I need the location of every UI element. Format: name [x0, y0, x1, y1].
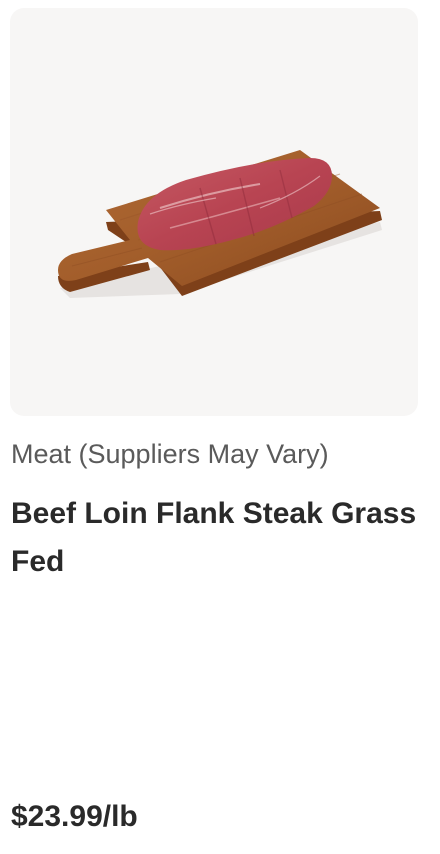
- product-card[interactable]: Meat (Suppliers May Vary) Beef Loin Flan…: [0, 0, 440, 854]
- product-price: $23.99/lb: [11, 800, 138, 833]
- product-title[interactable]: Beef Loin Flank Steak Grass Fed: [11, 490, 421, 586]
- product-category: Meat (Suppliers May Vary): [11, 439, 329, 469]
- product-image[interactable]: [10, 8, 418, 416]
- steak-board-illustration: [58, 150, 382, 298]
